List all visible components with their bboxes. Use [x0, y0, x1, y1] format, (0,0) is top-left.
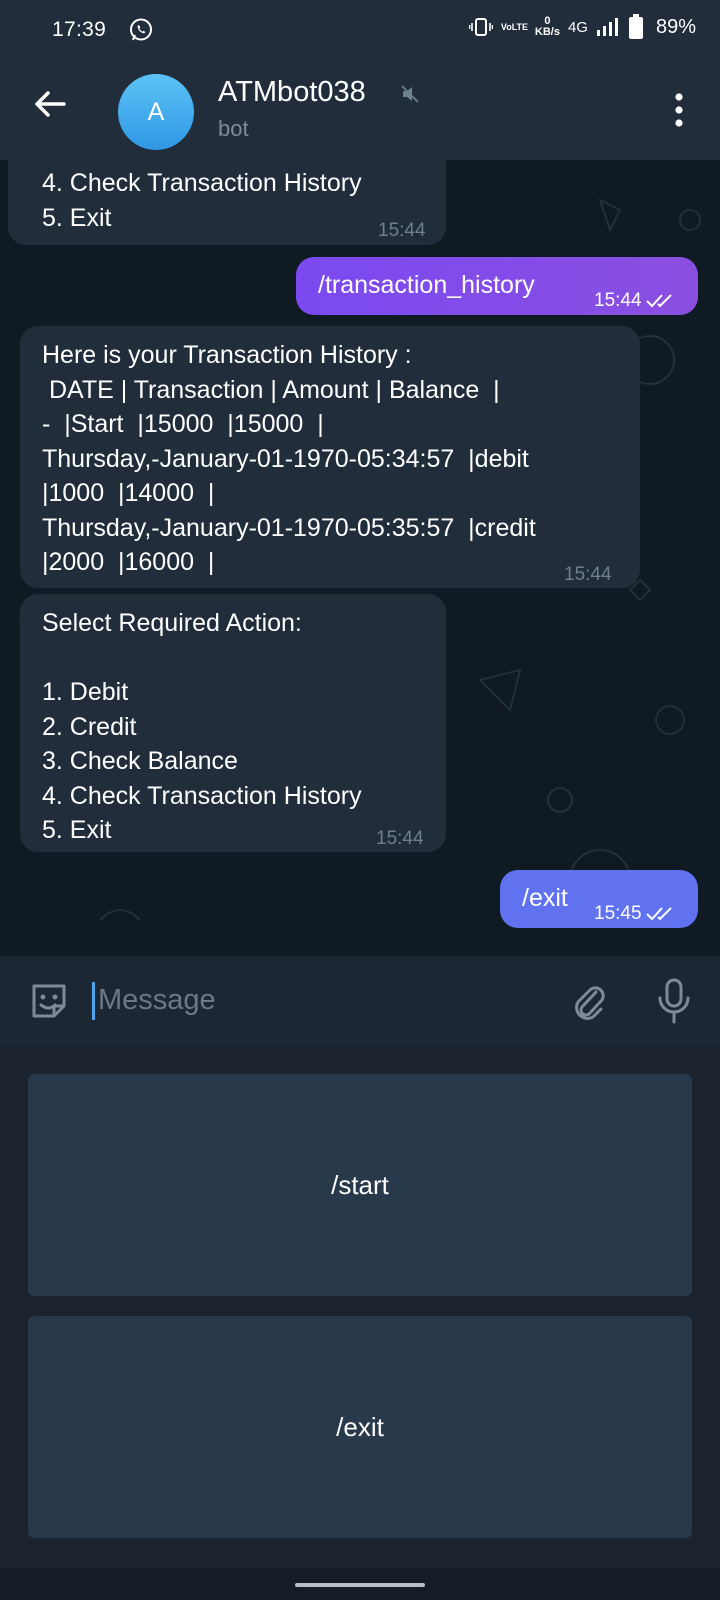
avatar-letter: A: [147, 97, 165, 126]
message-text: Select Required Action: 1. Debit 2. Cred…: [42, 609, 362, 844]
message-bubble-outgoing[interactable]: /exit 15:45: [500, 870, 698, 928]
muted-icon: [401, 85, 419, 103]
message-time: 15:44: [564, 564, 612, 585]
back-arrow-icon[interactable]: [30, 84, 70, 124]
system-nav-bar: [0, 1568, 720, 1600]
emoji-sticker-icon[interactable]: [28, 980, 70, 1022]
message-meta: 15:45: [594, 897, 678, 932]
network-type: 4G: [567, 18, 588, 36]
microphone-icon[interactable]: [656, 978, 692, 1024]
message-bubble-incoming[interactable]: Select Required Action: 1. Debit 2. Cred…: [20, 594, 446, 852]
message-bubble-outgoing[interactable]: /transaction_history 15:44: [296, 257, 698, 315]
message-time: 15:44: [594, 290, 642, 311]
more-options-icon[interactable]: [674, 92, 684, 128]
message-meta: 15:44: [594, 284, 678, 319]
network-speed: 0 KB/s: [535, 16, 560, 38]
status-time: 17:39: [52, 18, 107, 41]
volte-label: VoLTE: [500, 21, 529, 32]
message-text: /transaction_history: [318, 271, 535, 299]
chat-header: A ATMbot038 bot: [0, 62, 720, 160]
text-cursor: [92, 982, 95, 1020]
double-check-icon: [645, 294, 672, 308]
bot-keyboard: /start /exit: [0, 1046, 720, 1568]
message-bubble-incoming[interactable]: 4. Check Transaction History 5. Exit 15:…: [8, 160, 446, 245]
message-text: 4. Check Transaction History 5. Exit: [42, 169, 362, 232]
signal-icon: [596, 18, 618, 36]
message-input-bar: Message: [0, 956, 720, 1046]
message-time: 15:44: [376, 828, 424, 849]
chat-subtitle: bot: [218, 116, 249, 141]
home-gesture-pill[interactable]: [295, 1583, 425, 1587]
attach-icon[interactable]: [568, 980, 610, 1022]
status-indicators: VoLTE 0 KB/s 4G 89%: [468, 14, 696, 40]
keyboard-button-exit[interactable]: /exit: [28, 1316, 692, 1538]
message-text: Here is your Transaction History : DATE …: [42, 341, 536, 576]
avatar[interactable]: A: [118, 74, 194, 150]
keyboard-button-start[interactable]: /start: [28, 1074, 692, 1296]
battery-percent: 89%: [655, 15, 696, 38]
message-time: 15:44: [378, 220, 426, 241]
chat-title[interactable]: ATMbot038: [218, 76, 366, 109]
message-text: /exit: [522, 884, 568, 912]
network-speed-unit: KB/s: [534, 26, 560, 38]
status-bar: 17:39 VoLTE 0 KB/s 4G 89%: [0, 0, 720, 62]
chat-area[interactable]: 4. Check Transaction History 5. Exit 15:…: [0, 160, 720, 956]
double-check-icon: [645, 907, 672, 921]
message-bubble-incoming[interactable]: Here is your Transaction History : DATE …: [20, 326, 640, 588]
vibrate-icon: [468, 18, 493, 36]
message-time: 15:45: [594, 903, 642, 924]
battery-icon: [628, 14, 643, 39]
top-bar: 17:39 VoLTE 0 KB/s 4G 89% A ATMbot038 bo…: [0, 0, 720, 160]
message-input[interactable]: Message: [98, 984, 216, 1017]
whatsapp-icon: [130, 18, 152, 41]
